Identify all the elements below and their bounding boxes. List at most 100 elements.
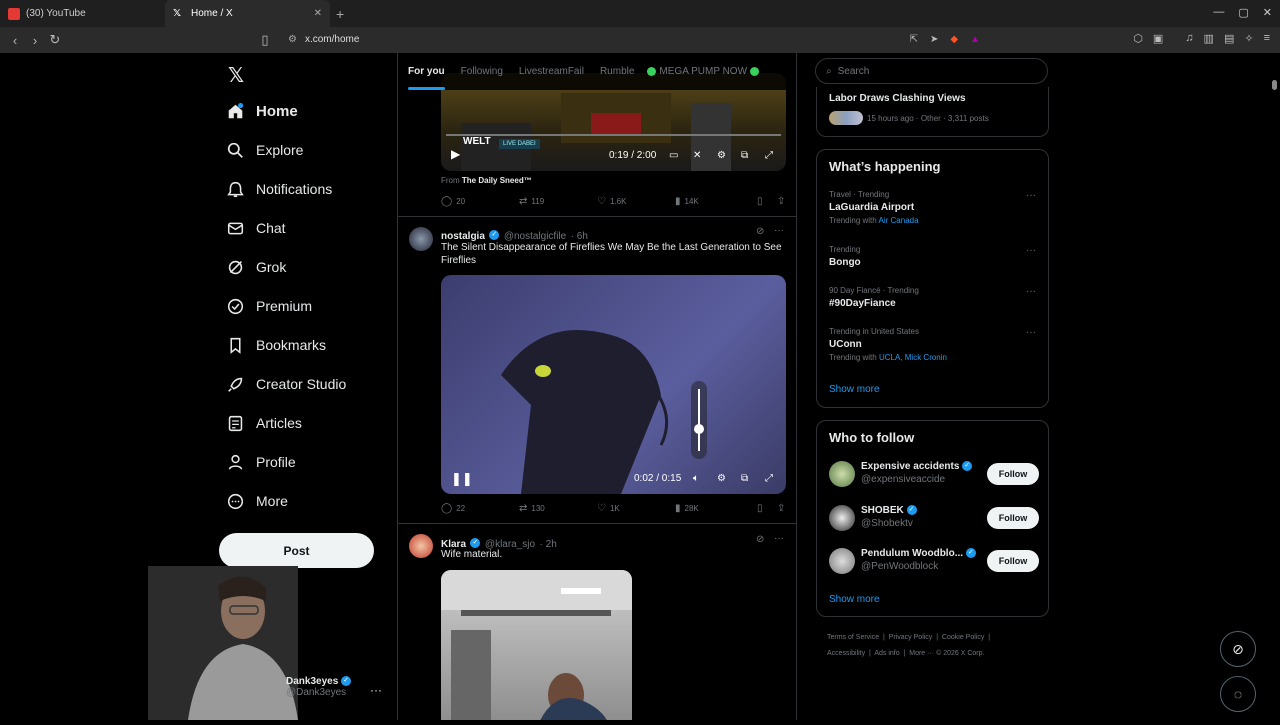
captions-icon[interactable]: ▭ <box>669 150 678 161</box>
share-icon[interactable]: ⇪ <box>777 503 785 514</box>
sidebar-item-more[interactable]: More <box>226 486 288 516</box>
rewards-icon[interactable]: ▲ <box>970 34 980 45</box>
repost-button[interactable]: ⇄ 119 <box>519 196 597 207</box>
settings-icon[interactable]: ⚙ <box>717 473 726 484</box>
search-input[interactable]: ⌕ Search <box>815 58 1048 84</box>
trend-item[interactable]: Trending in United States UConn Trending… <box>829 327 947 362</box>
mute-icon[interactable]: ✕ <box>693 150 701 161</box>
views-button[interactable]: ▮ 28K <box>675 503 757 514</box>
share-icon[interactable]: ⇪ <box>777 196 785 207</box>
back-icon[interactable]: ‹ <box>5 33 25 48</box>
like-button[interactable]: ♡ 1K <box>597 503 675 514</box>
follow-suggestion[interactable]: SHOBEK ✓ @Shobektv <box>861 505 917 529</box>
reply-button[interactable]: ◯ 22 <box>441 503 519 514</box>
volume-knob[interactable] <box>694 424 704 435</box>
avatar[interactable] <box>409 227 433 251</box>
fullscreen-icon[interactable]: ⤢ <box>765 150 773 161</box>
views-button[interactable]: ▮ 14K <box>675 196 757 207</box>
trending-news-card[interactable]: Labor Draws Clashing Views 15 hours ago … <box>816 87 1049 137</box>
maximize-icon[interactable]: ▢ <box>1238 6 1248 19</box>
tab-rumble[interactable]: Rumble <box>600 53 634 90</box>
sidebar-item-notifications[interactable]: Notifications <box>226 174 332 204</box>
footer-link[interactable]: Ads info <box>874 650 899 657</box>
trend-item[interactable]: Travel · Trending LaGuardia Airport Tren… <box>829 190 919 225</box>
follow-button[interactable]: Follow <box>987 550 1039 572</box>
pause-icon[interactable]: ❚❚ <box>451 471 473 487</box>
post-image[interactable] <box>441 570 632 720</box>
sidebar-item-chat[interactable]: Chat <box>226 213 286 243</box>
footer-link[interactable]: Terms of Service <box>827 634 879 641</box>
sidebar-icon[interactable]: ▥ <box>1204 32 1214 45</box>
tab-livestreamfail[interactable]: LivestreamFail <box>519 53 584 90</box>
avatar[interactable] <box>829 461 855 487</box>
trend-more-icon[interactable]: ··· <box>1026 245 1036 256</box>
footer-link[interactable]: Privacy Policy <box>889 634 933 641</box>
footer-link[interactable]: More ··· <box>909 650 934 657</box>
bookmark-icon[interactable]: ▯ <box>757 196 777 207</box>
follow-button[interactable]: Follow <box>987 507 1039 529</box>
reload-icon[interactable]: ↻ <box>45 32 65 48</box>
show-more-link[interactable]: Show more <box>829 384 880 395</box>
reply-button[interactable]: ◯ 20 <box>441 196 519 207</box>
settings-icon[interactable]: ⚙ <box>717 150 726 161</box>
sidebar-item-profile[interactable]: Profile <box>226 447 296 477</box>
pip-icon[interactable]: ⧉ <box>741 473 748 484</box>
more-options-icon[interactable]: ··· <box>774 225 784 236</box>
grok-icon[interactable]: ⊘ <box>1220 631 1256 667</box>
trend-more-icon[interactable]: ··· <box>1026 327 1036 338</box>
volume-icon[interactable]: 🔈︎ <box>693 473 699 484</box>
minimize-icon[interactable]: — <box>1213 6 1224 19</box>
volume-slider[interactable] <box>691 381 707 459</box>
x-logo-icon[interactable]: 𝕏 <box>228 63 244 88</box>
video-player[interactable]: ❚❚ 0:02 / 0:15 🔈︎ ⚙ ⧉ ⤢ <box>441 275 786 494</box>
follow-suggestion[interactable]: Expensive accidents ✓ @expensiveaccide <box>861 461 973 485</box>
account-more-icon[interactable]: ··· <box>370 683 382 697</box>
sidebar-item-creator-studio[interactable]: Creator Studio <box>226 369 346 399</box>
trend-more-icon[interactable]: ··· <box>1026 286 1036 297</box>
trend-item[interactable]: Trending Bongo <box>829 245 861 268</box>
share-icon[interactable]: ⇱ <box>910 34 918 45</box>
tab-mega-pump-now[interactable]: MEGA PUMP NOW <box>644 53 762 90</box>
grok-icon[interactable]: ⊘ <box>756 534 764 545</box>
trend-link[interactable]: Air Canada <box>879 216 919 225</box>
more-options-icon[interactable]: ··· <box>774 533 784 544</box>
post-button[interactable]: Post <box>219 533 374 568</box>
browser-tab-youtube[interactable]: (30) YouTube <box>0 0 165 27</box>
footer-link[interactable]: Cookie Policy <box>942 634 984 641</box>
browser-tab-x[interactable]: 𝕏 Home / X ✕ <box>165 0 330 27</box>
sidebar-item-articles[interactable]: Articles <box>226 408 302 438</box>
follow-button[interactable]: Follow <box>987 463 1039 485</box>
post-time[interactable]: · 2h <box>540 539 557 550</box>
sidebar-item-grok[interactable]: Grok <box>226 252 286 282</box>
sidebar-item-explore[interactable]: Explore <box>226 135 303 165</box>
account-switcher[interactable]: Dank3eyes ✓ @Dank3eyes <box>286 676 352 698</box>
menu-icon[interactable]: ≡ <box>1264 32 1270 45</box>
tab-for-you[interactable]: For you <box>408 53 445 90</box>
new-tab-icon[interactable]: + <box>336 6 344 22</box>
fullscreen-icon[interactable]: ⤢ <box>765 473 773 484</box>
extensions-icon[interactable]: ⬡ <box>1133 32 1143 45</box>
show-more-link[interactable]: Show more <box>829 594 880 605</box>
site-info-icon[interactable]: ⚙ <box>288 34 297 45</box>
url-field[interactable]: ⚙ x.com/home ⇱ ➤ ◆ ▲ <box>280 29 1000 50</box>
footer-link[interactable]: Accessibility <box>827 650 865 657</box>
wallet-icon[interactable]: ▣ <box>1153 32 1163 45</box>
sidebar-item-premium[interactable]: Premium <box>226 291 312 321</box>
avatar[interactable] <box>829 548 855 574</box>
close-window-icon[interactable]: ✕ <box>1263 6 1272 19</box>
shield-icon[interactable]: ◆ <box>950 34 958 45</box>
avatar[interactable] <box>829 505 855 531</box>
forward-icon[interactable]: › <box>25 33 45 48</box>
bookmark-page-icon[interactable]: ▯ <box>255 32 275 48</box>
trend-link[interactable]: UCLA, Mick Cronin <box>879 353 947 362</box>
music-icon[interactable]: ♫ <box>1185 32 1193 45</box>
pip-icon[interactable]: ⧉ <box>741 150 748 161</box>
source-link[interactable]: The Daily Sneed™ <box>462 176 532 185</box>
like-button[interactable]: ♡ 1.6K <box>597 196 675 207</box>
play-icon[interactable]: ▶ <box>451 147 460 161</box>
grok-icon[interactable]: ⊘ <box>756 226 764 237</box>
close-tab-icon[interactable]: ✕ <box>314 8 322 19</box>
send-icon[interactable]: ➤ <box>930 34 938 45</box>
trend-item[interactable]: 90 Day Fiancé · Trending #90DayFiance <box>829 286 919 309</box>
wallet2-icon[interactable]: ▤ <box>1224 32 1234 45</box>
